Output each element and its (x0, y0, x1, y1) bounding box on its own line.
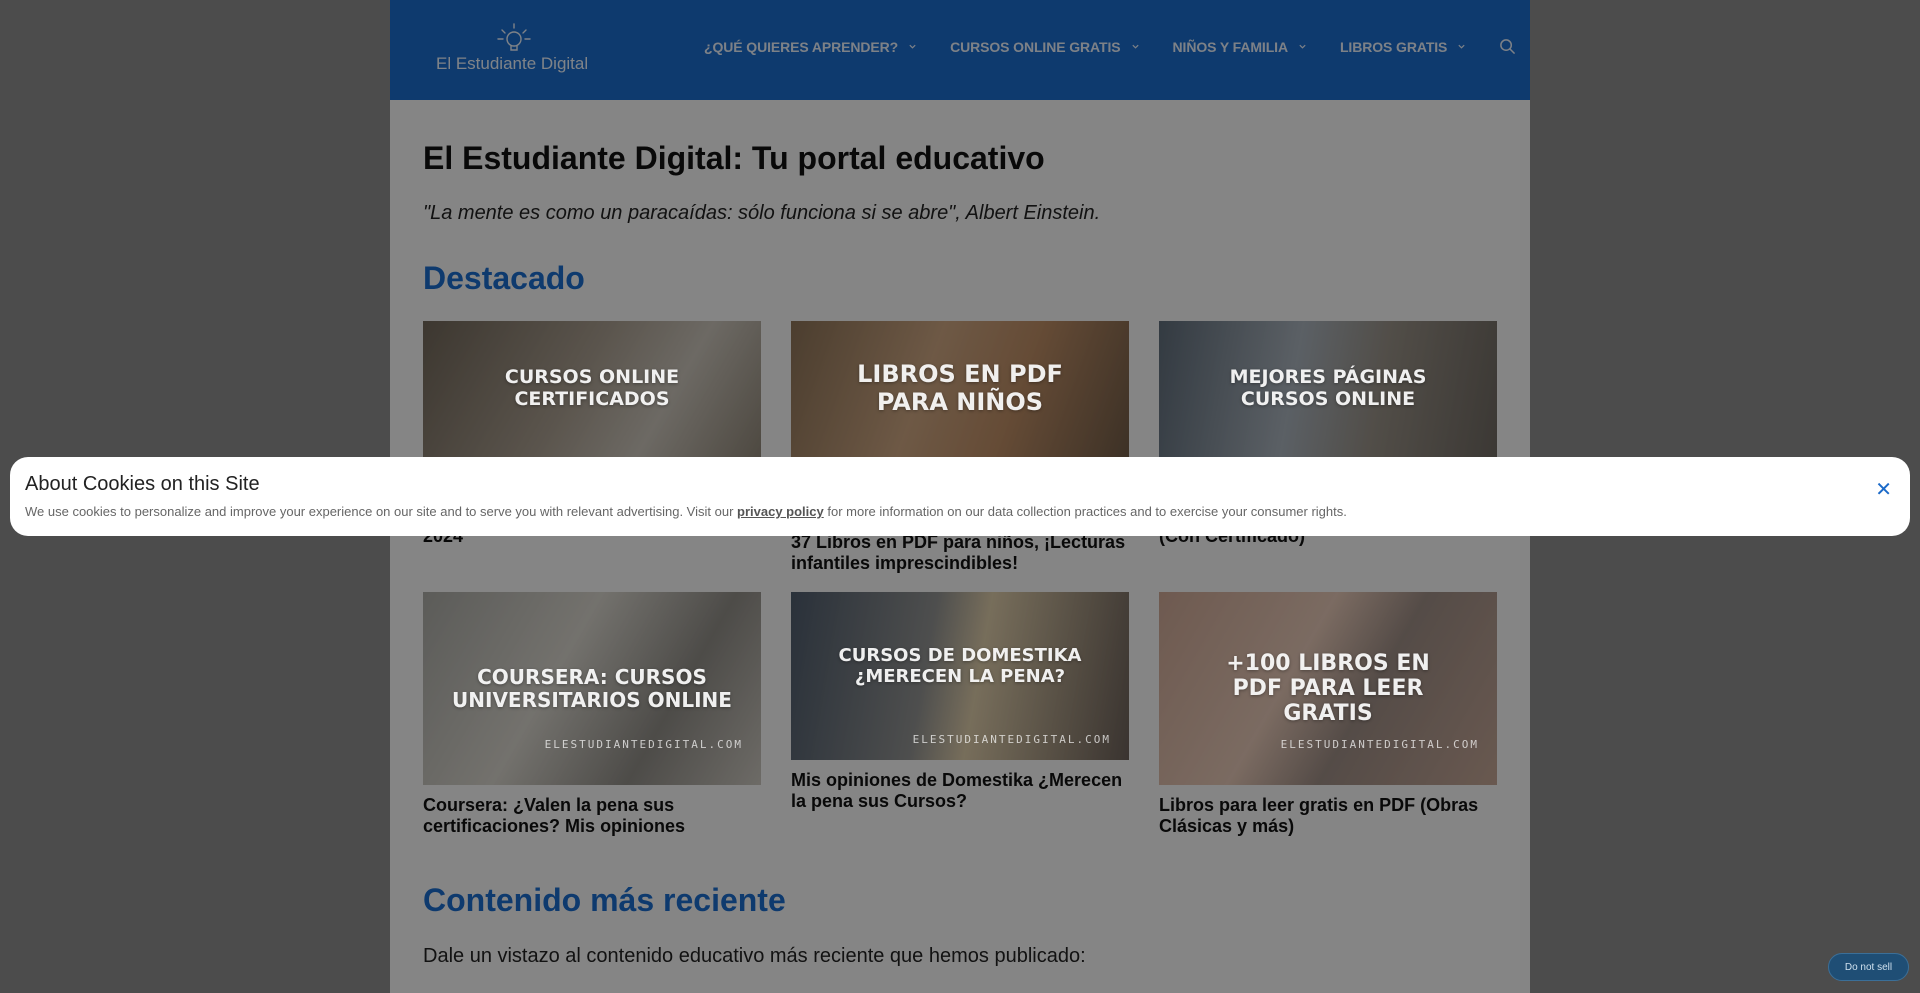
thumbnail-text: CURSOS ONLINE CERTIFICADOS (504, 366, 680, 410)
thumbnail-text: COURSERA: CURSOS UNIVERSITARIOS ONLINE (452, 664, 732, 712)
thumbnail-text: +100 LIBROS EN PDF PARA LEER GRATIS (1226, 650, 1430, 727)
close-icon[interactable]: ✕ (1875, 477, 1892, 502)
cookie-banner: About Cookies on this Site We use cookie… (10, 457, 1910, 536)
privacy-policy-link[interactable]: privacy policy (737, 504, 824, 519)
cookie-text-before: We use cookies to personalize and improv… (25, 504, 738, 519)
thumbnail-watermark: ELESTUDIANTEDIGITAL.COM (1280, 738, 1479, 751)
cookie-banner-title: About Cookies on this Site (25, 473, 260, 495)
thumbnail-text: CURSOS DE DOMESTIKA ¿MERECEN LA PENA? (838, 645, 1082, 687)
thumbnail-text: MEJORES PÁGINAS CURSOS ONLINE (1229, 366, 1427, 410)
thumbnail-watermark: ELESTUDIANTEDIGITAL.COM (912, 733, 1111, 746)
thumbnail-watermark: ELESTUDIANTEDIGITAL.COM (544, 738, 743, 751)
cookie-banner-text: We use cookies to personalize and improv… (25, 504, 1895, 519)
thumbnail-text: LIBROS EN PDF PARA NIÑOS (857, 360, 1063, 416)
cookie-text-after: for more information on our data collect… (823, 504, 1347, 519)
do-not-sell-button[interactable]: Do not sell (1828, 953, 1909, 981)
